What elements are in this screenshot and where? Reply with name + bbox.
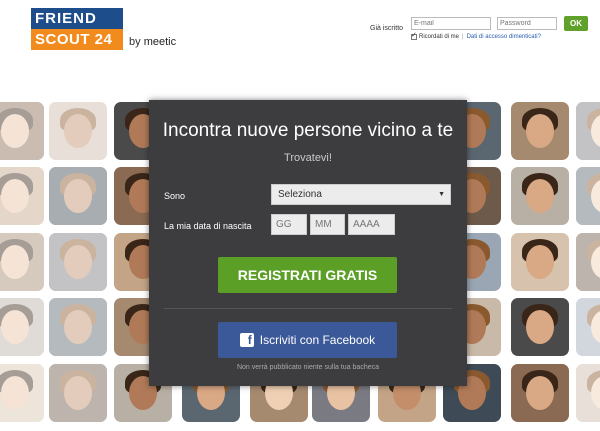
page: FRIEND SCOUT 24 by meetic Già iscritto O… (0, 0, 600, 431)
facebook-signup-button[interactable]: f Iscriviti con Facebook (218, 322, 397, 358)
profile-photo (49, 233, 107, 291)
birth-day-field[interactable]: GG (271, 214, 307, 235)
byline-prefix: by (129, 36, 144, 48)
forgot-credentials-link[interactable]: Dati di accesso dimenticati? (467, 34, 541, 40)
separator: | (462, 34, 464, 40)
signup-title: Incontra nuove persone vicino a te (162, 120, 454, 141)
profile-photo (576, 364, 600, 422)
already-registered-label: Già iscritto (370, 25, 404, 32)
profile-photo (511, 102, 569, 160)
login-ok-button[interactable]: OK (564, 16, 588, 31)
facebook-icon: f (239, 333, 254, 347)
meetic-brand: meetic (143, 36, 177, 48)
birth-year-field[interactable]: AAAA (348, 214, 395, 235)
profile-photo (511, 364, 569, 422)
birthdate-label: La mia data di nascita (164, 221, 252, 231)
profile-photo (576, 298, 600, 356)
register-free-button[interactable]: REGISTRATI GRATIS (218, 257, 397, 293)
friendscout24-logo[interactable]: FRIEND SCOUT 24 (31, 8, 123, 50)
profile-photo (0, 233, 44, 291)
remember-me-row: Ricordati di me | Dati di accesso diment… (411, 31, 541, 40)
profile-photo (0, 364, 44, 422)
chevron-down-icon: ▼ (438, 191, 445, 198)
profile-photo (576, 233, 600, 291)
profile-photo (511, 298, 569, 356)
birth-month-field[interactable]: MM (310, 214, 345, 235)
by-meetic-byline: by meetic (129, 36, 176, 48)
profile-photo (0, 167, 44, 225)
profile-photo (49, 167, 107, 225)
gender-label: Sono (164, 191, 186, 201)
email-field[interactable] (411, 17, 491, 30)
facebook-signup-label: Iscriviti con Facebook (259, 333, 376, 347)
profile-photo (49, 102, 107, 160)
profile-photo (576, 102, 600, 160)
profile-photo (576, 167, 600, 225)
profile-photo (511, 233, 569, 291)
remember-me-checkbox[interactable] (411, 31, 417, 40)
profile-photo (511, 167, 569, 225)
divider (164, 308, 452, 309)
signup-panel: Incontra nuove persone vicino a te Trova… (149, 100, 467, 386)
password-field[interactable] (497, 17, 557, 30)
gender-select[interactable]: Seleziona ▼ (271, 184, 451, 205)
logo-line-1: FRIEND (31, 8, 123, 29)
profile-photo (0, 298, 44, 356)
gender-select-value: Seleziona (278, 189, 322, 200)
logo-line-2: SCOUT 24 (31, 29, 123, 50)
profile-photo (49, 364, 107, 422)
profile-photo (0, 102, 44, 160)
signup-subtitle: Trovatevi! (284, 152, 332, 164)
facebook-privacy-note: Non verrà pubblicato niente sulla tua ba… (236, 364, 380, 371)
profile-photo (49, 298, 107, 356)
remember-me-label: Ricordati di me (419, 34, 460, 40)
